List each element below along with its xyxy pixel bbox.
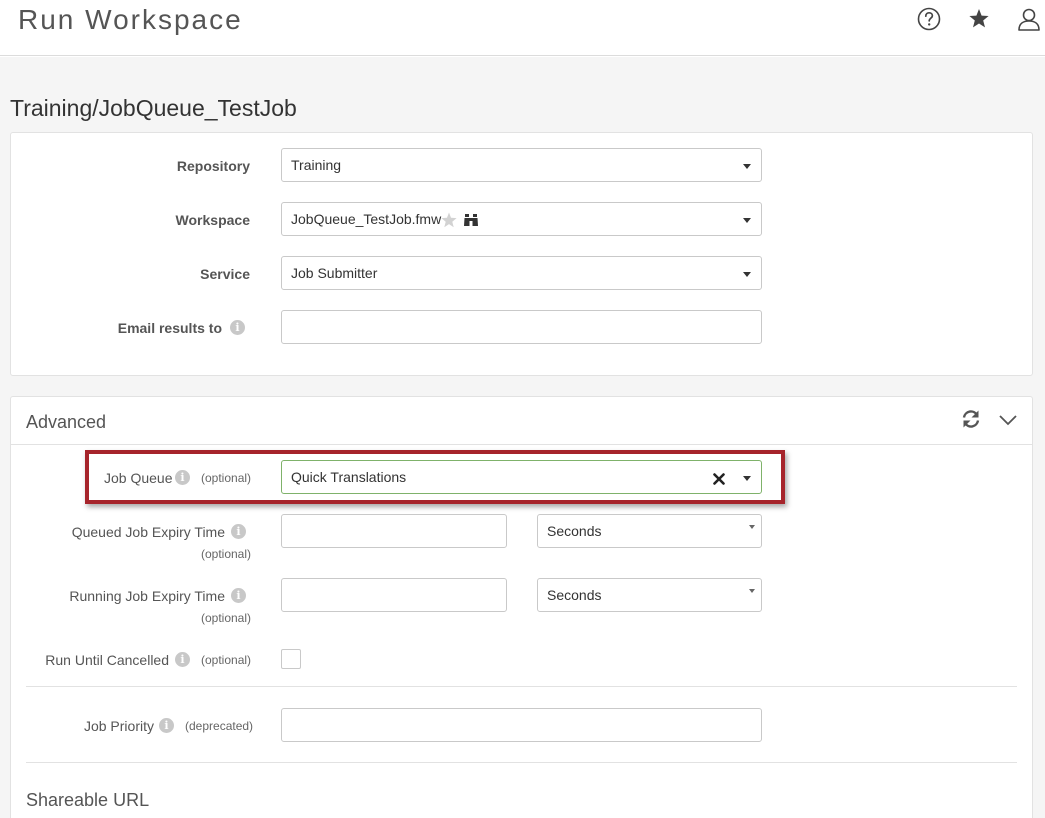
help-icon[interactable]: [916, 6, 942, 32]
queued-expiry-unit: Seconds: [547, 523, 602, 539]
chevron-down-icon: [743, 164, 751, 169]
advanced-header[interactable]: Advanced: [11, 397, 1032, 445]
chevron-down-icon: [749, 525, 755, 529]
top-bar: Run Workspace: [0, 0, 1045, 56]
chevron-down-icon: [743, 218, 751, 223]
queued-expiry-unit-select[interactable]: Seconds: [537, 514, 762, 548]
app-title: Run Workspace: [18, 4, 243, 35]
running-expiry-unit: Seconds: [547, 587, 602, 603]
repository-value: Training: [291, 157, 342, 173]
queued-expiry-optional: (optional): [200, 547, 251, 561]
email-input[interactable]: [281, 310, 762, 344]
divider: [26, 686, 1017, 687]
job-queue-label: Job Queue: [104, 470, 173, 486]
job-priority-label: Job Priority: [83, 718, 154, 734]
info-icon[interactable]: i: [230, 320, 245, 335]
chevron-down-icon[interactable]: [997, 409, 1019, 431]
chevron-down-icon: [743, 272, 751, 277]
service-select[interactable]: Job Submitter: [281, 256, 762, 290]
clear-icon[interactable]: [713, 472, 725, 485]
queued-expiry-label: Queued Job Expiry Time: [71, 524, 225, 540]
workspace-select[interactable]: JobQueue_TestJob.fmw: [281, 202, 762, 236]
run-until-cancelled-checkbox[interactable]: [281, 649, 301, 669]
chevron-down-icon: [749, 589, 755, 593]
queued-expiry-input[interactable]: [281, 514, 507, 548]
binoculars-icon[interactable]: [463, 212, 479, 228]
info-icon[interactable]: i: [231, 524, 246, 539]
running-expiry-optional: (optional): [200, 611, 251, 625]
workspace-title: Training/JobQueue_TestJob: [10, 95, 297, 121]
repository-select[interactable]: Training: [281, 148, 762, 182]
user-icon[interactable]: [1016, 6, 1042, 32]
workspace-form-card: Repository Training Workspace JobQueue_T…: [10, 132, 1033, 376]
service-value: Job Submitter: [291, 265, 378, 281]
info-icon[interactable]: i: [175, 652, 190, 667]
job-priority-note: (deprecated): [185, 719, 254, 733]
job-queue-value: Quick Translations: [291, 469, 407, 485]
info-icon[interactable]: i: [175, 470, 190, 485]
content-area: Training/JobQueue_TestJob Repository Tra…: [0, 57, 1045, 818]
info-icon[interactable]: i: [231, 588, 246, 603]
run-until-cancelled-optional: (optional): [201, 653, 252, 667]
running-expiry-label: Running Job Expiry Time: [69, 588, 225, 604]
workspace-value: JobQueue_TestJob.fmw: [291, 211, 442, 227]
service-label: Service: [200, 266, 250, 282]
star-icon[interactable]: [966, 6, 992, 32]
workspace-label: Workspace: [175, 212, 250, 228]
info-icon[interactable]: i: [159, 718, 174, 733]
run-until-cancelled-label: Run Until Cancelled: [45, 652, 169, 668]
job-queue-select[interactable]: Quick Translations: [281, 460, 762, 494]
job-priority-input[interactable]: [281, 708, 762, 742]
star-icon[interactable]: [440, 211, 458, 229]
chevron-down-icon: [743, 476, 751, 481]
divider: [26, 762, 1017, 763]
repository-label: Repository: [176, 158, 250, 174]
shareable-url-heading: Shareable URL: [26, 790, 150, 810]
refresh-icon[interactable]: [960, 408, 982, 430]
running-expiry-unit-select[interactable]: Seconds: [537, 578, 762, 612]
running-expiry-input[interactable]: [281, 578, 507, 612]
advanced-card: Advanced Job Queue i (optional) Quick Tr…: [10, 396, 1033, 818]
advanced-title: Advanced: [26, 412, 107, 432]
email-label: Email results to: [117, 320, 222, 336]
job-queue-optional: (optional): [201, 471, 252, 485]
